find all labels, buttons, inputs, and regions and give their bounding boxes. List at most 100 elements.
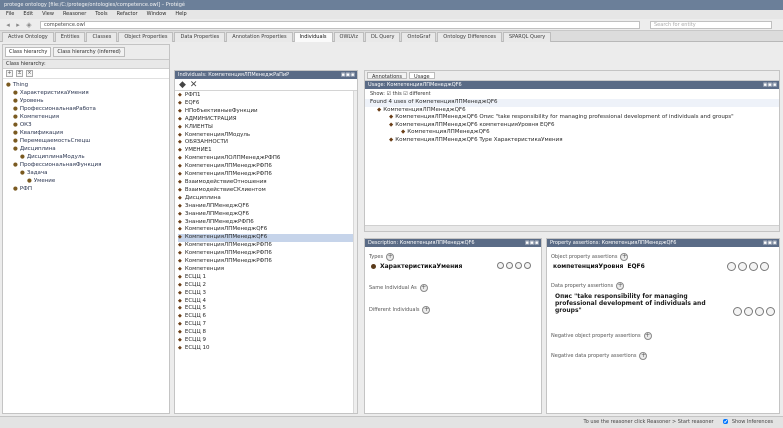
edit-icon[interactable] (760, 262, 769, 271)
individual-list-item[interactable]: ◆ Дисциплина (178, 195, 354, 203)
ontology-url-field[interactable]: competence.owl (40, 21, 640, 29)
individual-list-item[interactable]: ◆ НПобъективныеФункции (178, 108, 354, 116)
usage-show-options[interactable]: Show: ☑ this ☑ different (365, 89, 779, 99)
menu-tools[interactable]: Tools (95, 12, 107, 17)
class-tree-item[interactable]: ● Квалификация (6, 129, 166, 137)
panel-window-buttons[interactable]: ▣▣▣ (341, 72, 355, 78)
individual-list-item[interactable]: ◆ ЕСЦЦ 4 (178, 298, 354, 306)
add-sibling-icon[interactable]: ± (16, 70, 23, 77)
info-icon[interactable] (497, 262, 504, 269)
class-tree-item[interactable]: ● Дисциплина (6, 145, 166, 153)
add-subclass-icon[interactable]: + (6, 70, 13, 77)
annotate-icon[interactable] (744, 307, 753, 316)
property-assertions-window-buttons[interactable]: ▣▣▣ (763, 240, 777, 246)
individual-list-item[interactable]: ◆ РФП1 (178, 92, 354, 100)
individual-list-item[interactable]: ◆ ЗнаниеЛПМенеджQF6 (178, 211, 354, 219)
add-different-individual-icon[interactable]: + (422, 306, 431, 314)
individual-list-item[interactable]: ◆ ЕСЦЦ 3 (178, 290, 354, 298)
individual-list-item[interactable]: ◆ ЕСЦЦ 6 (178, 313, 354, 321)
search-input[interactable]: Search for entity (650, 21, 772, 29)
menu-window[interactable]: Window (147, 12, 167, 17)
individual-list-item[interactable]: ◆ КомпетенцияЛПМенеджQF6 (178, 226, 354, 234)
usage-window-buttons[interactable]: ▣▣▣ (763, 82, 777, 88)
usage-line[interactable]: ◆ КомпетенцияЛПМенеджQF6 (365, 107, 779, 115)
annotate-icon[interactable] (506, 262, 513, 269)
usage-line[interactable]: ◆ КомпетенцияЛПМенеджQF6 компетенцияУровн… (365, 122, 779, 130)
usage-line[interactable]: ◆ КомпетенцияЛПМенеджQF6 Опис "take respo… (365, 114, 779, 122)
add-negative-data-property-icon[interactable]: + (639, 352, 648, 360)
usage-horizontal-scrollbar[interactable] (365, 225, 779, 231)
tab-individuals[interactable]: Individuals (293, 32, 333, 42)
subtab-class-hierarchy[interactable]: Class hierarchy (5, 47, 52, 57)
individual-list-item[interactable]: ◆ ЕСЦЦ 10 (178, 345, 354, 353)
individuals-scrollbar[interactable] (353, 91, 357, 413)
annotate-icon[interactable] (738, 262, 747, 271)
individual-list-item[interactable]: ◆ ВзаимодействиеСКлиентом (178, 187, 354, 195)
subtab-class-hierarchy-inferred[interactable]: Class hierarchy (inferred) (53, 47, 125, 57)
class-tree-item[interactable]: ● ДисциплинаМодуль (6, 153, 166, 161)
tab-annotation-properties[interactable]: Annotation Properties (226, 32, 293, 42)
tab-dl-query[interactable]: DL Query (364, 32, 401, 42)
individual-list-item[interactable]: ◆ ЗнаниеЛПМенеджРФП6 (178, 219, 354, 227)
menu-refactor[interactable]: Refactor (117, 12, 138, 17)
info-icon[interactable] (733, 307, 742, 316)
tab-ontograf[interactable]: OntoGraf (401, 32, 437, 42)
individual-list-item[interactable]: ◆ КомпетенцияЛПМенеджРФП6 (178, 258, 354, 266)
menu-file[interactable]: File (6, 12, 14, 17)
forward-arrow-icon[interactable]: ▸ (14, 21, 22, 29)
individual-list-item[interactable]: ◆ КомпетенцияЛПМенеджQF6 (178, 234, 354, 243)
individual-list-item[interactable]: ◆ ОБЯЗАННОСТИ (178, 139, 354, 147)
add-same-individual-icon[interactable]: + (419, 284, 428, 292)
tab-entities[interactable]: Entities (54, 32, 86, 42)
individual-list-item[interactable]: ◆ КЛИЕНТЫ (178, 124, 354, 132)
delete-class-icon[interactable]: × (26, 70, 33, 77)
tab-usage[interactable]: Usage (409, 72, 435, 80)
individual-list-item[interactable]: ◆ КомпетенцияЛПМенеджРФП6 (178, 250, 354, 258)
individual-list-item[interactable]: ◆ EQF6 (178, 100, 354, 108)
usage-line[interactable]: ◆ КомпетенцияЛПМенеджQF6 (365, 129, 779, 137)
class-tree-item[interactable]: ● ХарактеристикаУмения (6, 89, 166, 97)
class-tree-item[interactable]: ● Умение (6, 177, 166, 185)
individual-list-item[interactable]: ◆ АДМИНИСТРАЦИЯ (178, 116, 354, 124)
description-window-buttons[interactable]: ▣▣▣ (525, 240, 539, 246)
tab-object-properties[interactable]: Object Properties (118, 32, 174, 42)
show-inferences-checkbox[interactable] (723, 419, 729, 424)
individual-list-item[interactable]: ◆ ЕСЦЦ 8 (178, 329, 354, 337)
menu-edit[interactable]: Edit (23, 12, 33, 17)
individual-list-item[interactable]: ◆ Компетенция (178, 266, 354, 274)
tab-annotations[interactable]: Annotations (367, 72, 408, 80)
add-object-property-icon[interactable]: + (620, 253, 629, 261)
add-type-icon[interactable]: + (386, 253, 395, 261)
individual-list-item[interactable]: ◆ ВзаимодействиеОтношения (178, 179, 354, 187)
individual-list-item[interactable]: ◆ ЕСЦЦ 5 (178, 305, 354, 313)
tab-classes[interactable]: Classes (86, 32, 118, 42)
individual-list-item[interactable]: ◆ ЗнаниеЛПМенеджQF6 (178, 203, 354, 211)
individual-list-item[interactable]: ◆ КомпетенцияЛМодуль (178, 132, 354, 140)
add-data-property-icon[interactable]: + (616, 282, 625, 290)
individual-list-item[interactable]: ◆ ЕСЦЦ 9 (178, 337, 354, 345)
class-tree-item[interactable]: ● ОКЗ (6, 121, 166, 129)
tab-active-ontology[interactable]: Active Ontology (2, 32, 54, 42)
edit-icon[interactable] (766, 307, 775, 316)
individual-list-item[interactable]: ◆ КомпетенцияЛПМенеджРФП6 (178, 163, 354, 171)
individual-list-item[interactable]: ◆ КомпетенцияЛПМенеджРФП6 (178, 171, 354, 179)
menu-reasoner[interactable]: Reasoner (63, 12, 86, 17)
menu-help[interactable]: Help (175, 12, 186, 17)
class-tree-item[interactable]: ● Уровень (6, 97, 166, 105)
tab-data-properties[interactable]: Data Properties (174, 32, 226, 42)
individual-list-item[interactable]: ◆ ЕСЦЦ 7 (178, 321, 354, 329)
class-tree-item[interactable]: ● Thing (6, 81, 166, 89)
class-tree-item[interactable]: ● ПрофессиональнаяРабота (6, 105, 166, 113)
delete-individual-icon[interactable]: ✕ (190, 81, 198, 90)
add-negative-object-property-icon[interactable]: + (643, 332, 652, 340)
remove-icon[interactable] (749, 262, 758, 271)
tab-ontology-differences[interactable]: Ontology Differences (437, 32, 502, 42)
usage-line[interactable]: ◆ КомпетенцияЛПМенеджQF6 Type Характерист… (365, 137, 779, 145)
individual-list-item[interactable]: ◆ КомпетенцияЛПМенеджРФП6 (178, 242, 354, 250)
individual-list-item[interactable]: ◆ КомпетенцияЛОЛПМенеджРФП6 (178, 155, 354, 163)
tab-sparql-query[interactable]: SPARQL Query (502, 32, 552, 42)
remove-icon[interactable] (755, 307, 764, 316)
class-tree-item[interactable]: ● ПрофессиональнаяФункция (6, 161, 166, 169)
info-icon[interactable] (727, 262, 736, 271)
class-tree-item[interactable]: ● РФП (6, 185, 166, 193)
